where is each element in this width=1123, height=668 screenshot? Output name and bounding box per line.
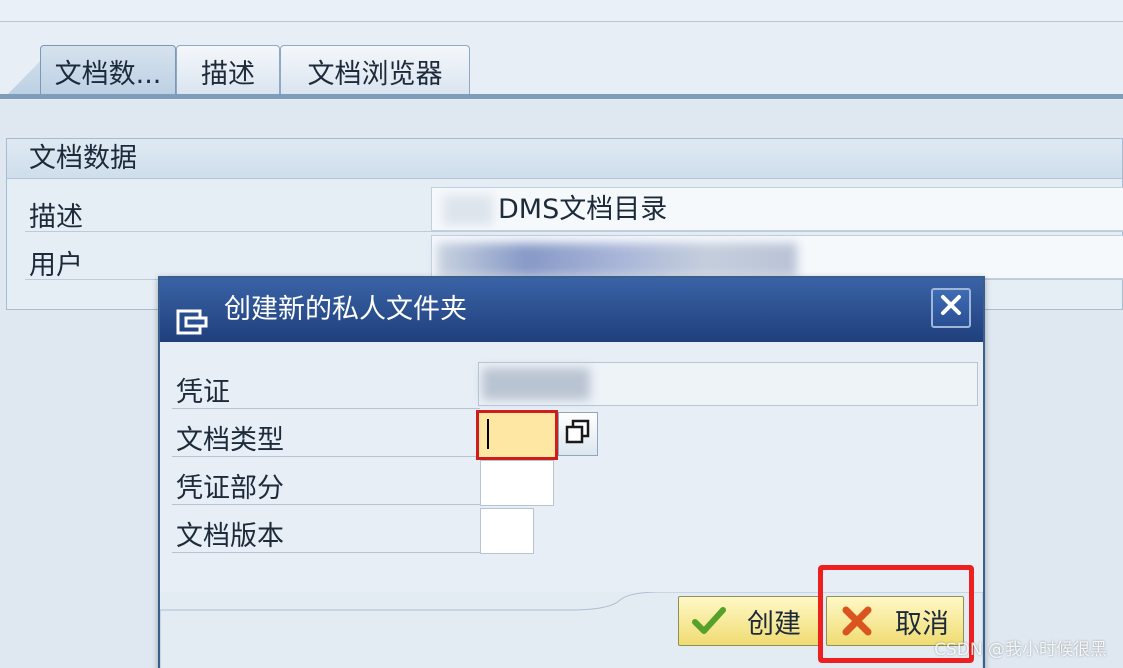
row-divider <box>172 456 480 457</box>
doc-type-label: 文档类型 <box>176 425 284 456</box>
folder-dialog-icon <box>176 296 208 335</box>
voucher-part-input[interactable] <box>480 460 554 506</box>
tab-baseline <box>0 94 1123 99</box>
close-icon <box>940 276 962 340</box>
voucher-part-label: 凭证部分 <box>176 473 284 504</box>
blurred-region <box>437 243 797 277</box>
dialog-title: 创建新的私人文件夹 <box>224 294 467 325</box>
checkmark-icon <box>689 601 729 641</box>
create-label: 创建 <box>747 608 801 640</box>
tab-label: 文档浏览器 <box>307 58 443 90</box>
row-divider <box>172 408 480 409</box>
text-caret <box>487 419 489 449</box>
value-help-button[interactable] <box>558 412 598 456</box>
row-divider <box>172 552 480 553</box>
top-strip <box>0 0 1123 22</box>
doc-type-input[interactable] <box>476 410 558 460</box>
blurred-region <box>482 368 590 400</box>
description-field[interactable]: DMS文档目录 <box>431 187 1123 231</box>
create-button[interactable]: 创建 <box>678 596 820 646</box>
dialog-title-bar: 创建新的私人文件夹 <box>160 278 983 342</box>
close-button[interactable] <box>931 288 971 328</box>
watermark: CSDN @我小时候很黑 <box>934 640 1107 660</box>
description-value: DMS文档目录 <box>498 194 668 225</box>
tab-description[interactable]: 描述 <box>176 45 280 96</box>
tab-document-data[interactable]: 文档数... <box>40 45 176 96</box>
group-title: 文档数据 <box>7 139 1122 179</box>
doc-version-label: 文档版本 <box>176 521 284 552</box>
row-divider <box>172 504 480 505</box>
tab-document-browser[interactable]: 文档浏览器 <box>280 45 470 96</box>
voucher-label: 凭证 <box>176 377 230 408</box>
sap-window: 文档数... 描述 文档浏览器 文档数据 描述 DMS文档目录 用户 创建新的私… <box>0 0 1123 668</box>
doc-version-input[interactable] <box>480 508 534 554</box>
copy-icon <box>565 419 591 449</box>
tab-label: 文档数... <box>54 58 162 90</box>
user-label: 用户 <box>29 250 83 281</box>
tab-label: 描述 <box>201 58 255 90</box>
blurred-region <box>443 195 493 225</box>
description-label: 描述 <box>29 202 83 233</box>
